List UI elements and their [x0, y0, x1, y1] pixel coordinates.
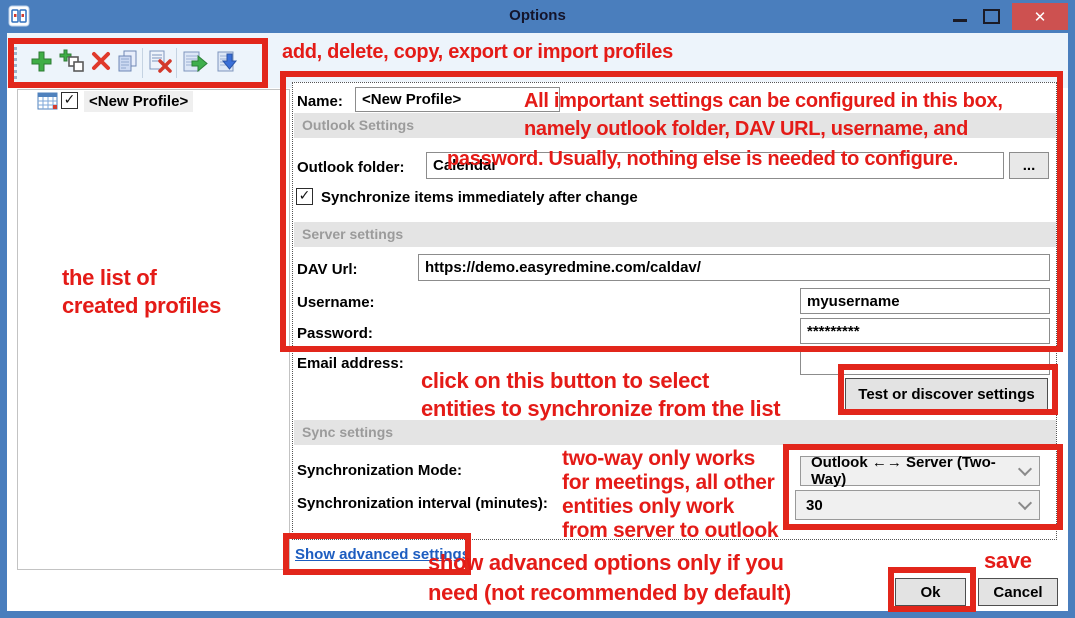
password-input[interactable] [800, 318, 1050, 344]
import-profiles-icon [213, 49, 239, 75]
delete-cache-button[interactable] [146, 49, 174, 80]
email-input[interactable] [800, 349, 1050, 375]
annotation-mode-line3: entities only work [562, 495, 734, 519]
chevron-down-icon [1018, 496, 1032, 510]
annotation-advanced-line1: show advanced options only if you [428, 550, 784, 576]
sync-settings-header: Sync settings [294, 420, 1056, 445]
annotation-mode-line1: two-way only works [562, 447, 755, 471]
profile-checkbox[interactable] [61, 92, 78, 109]
maximize-icon[interactable] [983, 9, 1000, 24]
add-multiple-profiles-button[interactable] [59, 49, 85, 80]
browse-folder-button[interactable]: ... [1009, 152, 1049, 179]
sync-mode-dropdown[interactable]: Outlook ←→ Server (Two-Way) [800, 456, 1040, 486]
annotation-settings-line2: namely outlook folder, DAV URL, username… [524, 118, 968, 141]
sync-mode-value: Outlook ←→ Server (Two-Way) [811, 454, 1029, 488]
options-window: Options ✕ [0, 0, 1075, 618]
annotation-mode-line2: for meetings, all other [562, 471, 774, 495]
sync-mode-label: Synchronization Mode: [297, 462, 462, 479]
annotation-settings-line1: All important settings can be configured… [524, 90, 1003, 113]
sync-immediately-checkbox[interactable] [296, 188, 313, 205]
toolbar-grip[interactable] [14, 47, 17, 79]
window-title: Options [0, 7, 1075, 24]
copy-profile-button[interactable] [114, 49, 140, 80]
server-settings-header: Server settings [294, 222, 1056, 247]
annotation-list-line1: the list of [62, 265, 156, 291]
copy-profile-icon [114, 49, 140, 75]
annotation-settings-line3: password. Usually, nothing else is neede… [447, 148, 958, 171]
calendar-icon [37, 92, 58, 115]
import-profiles-button[interactable] [213, 49, 239, 80]
sync-interval-value: 30 [806, 497, 823, 514]
profiles-list[interactable] [17, 89, 290, 570]
cancel-button[interactable]: Cancel [978, 578, 1058, 606]
add-multiple-profiles-icon [59, 49, 85, 75]
name-label: Name: [297, 93, 343, 110]
test-discover-button[interactable]: Test or discover settings [845, 378, 1048, 410]
ok-button[interactable]: Ok [895, 578, 966, 606]
add-profile-icon [29, 49, 54, 74]
password-label: Password: [297, 325, 373, 342]
delete-profile-button[interactable] [89, 49, 113, 78]
username-label: Username: [297, 294, 375, 311]
add-profile-button[interactable] [29, 49, 54, 79]
annotation-list-line2: created profiles [62, 293, 221, 319]
email-label: Email address: [297, 355, 404, 372]
dav-url-input[interactable] [418, 254, 1050, 281]
annotation-test-line1: click on this button to select [421, 368, 709, 394]
export-profiles-button[interactable] [180, 49, 208, 80]
close-icon: ✕ [1034, 8, 1047, 26]
annotation-test-line2: entities to synchronize from the list [421, 396, 780, 422]
annotation-save: save [984, 548, 1032, 574]
toolbar-separator [142, 48, 143, 78]
username-input[interactable] [800, 288, 1050, 314]
annotation-toolbar: add, delete, copy, export or import prof… [282, 41, 673, 64]
minimize-icon[interactable] [953, 19, 967, 22]
title-bar: Options ✕ [0, 0, 1075, 33]
dav-url-label: DAV Url: [297, 261, 358, 278]
outlook-folder-label: Outlook folder: [297, 159, 405, 176]
export-profiles-icon [180, 49, 208, 75]
annotation-advanced-line2: need (not recommended by default) [428, 580, 791, 606]
toolbar-separator [176, 48, 177, 78]
delete-profile-icon [89, 49, 113, 73]
sync-immediately-label: Synchronize items immediately after chan… [321, 189, 638, 206]
delete-cache-icon [146, 49, 174, 75]
profile-list-item[interactable]: <New Profile> [84, 91, 193, 112]
annotation-mode-line4: from server to outlook [562, 519, 778, 543]
sync-interval-dropdown[interactable]: 30 [795, 490, 1040, 520]
sync-interval-label: Synchronization interval (minutes): [297, 495, 548, 512]
close-button[interactable]: ✕ [1012, 3, 1068, 30]
